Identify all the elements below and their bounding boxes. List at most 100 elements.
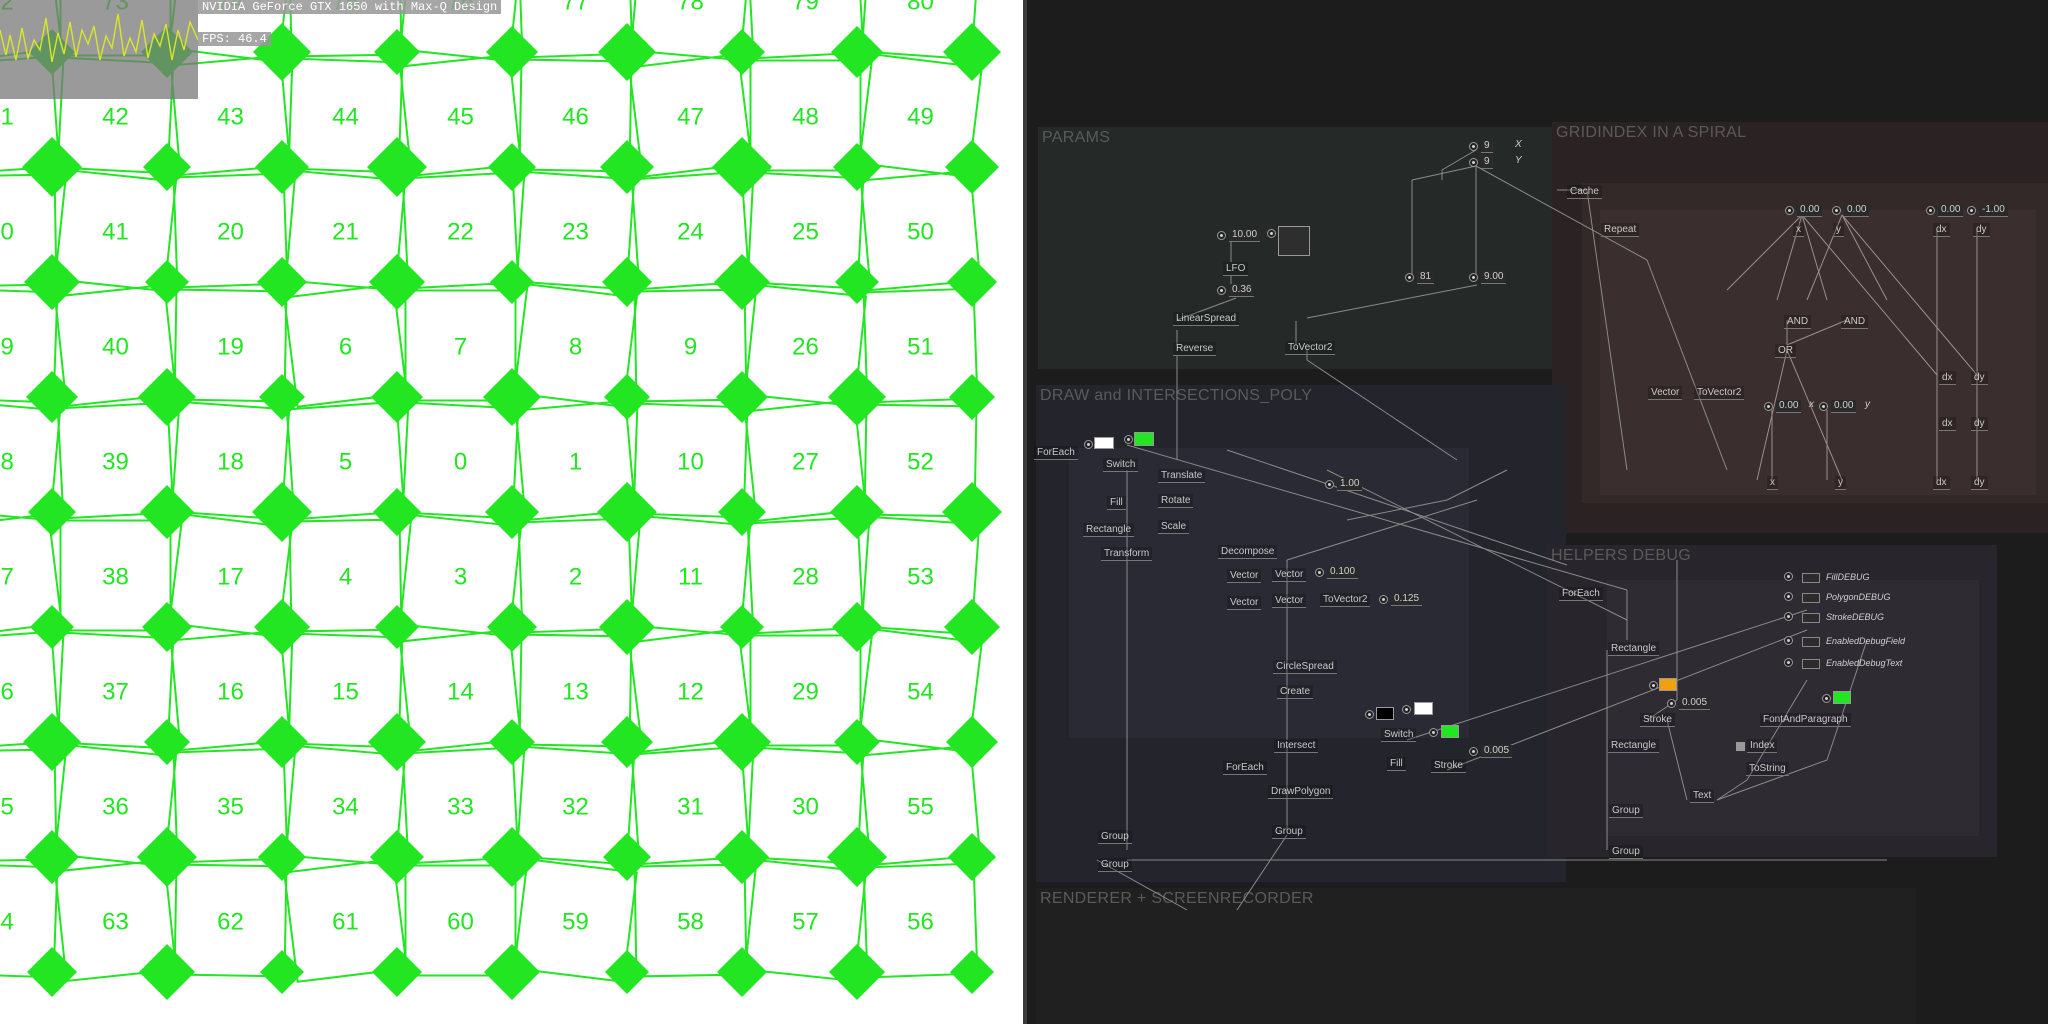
y-value-box[interactable]: 9: [1481, 156, 1493, 169]
draw-stroke-node[interactable]: Stroke: [1431, 759, 1466, 773]
debug-toggle-pin[interactable]: [1784, 592, 1793, 601]
pin-grid-v3[interactable]: [1926, 206, 1935, 215]
draw-switch-node[interactable]: Switch: [1103, 458, 1139, 472]
pin-grid-v2[interactable]: [1832, 206, 1841, 215]
debug-toggle-pin[interactable]: [1784, 636, 1793, 645]
pin-size[interactable]: [1469, 273, 1478, 282]
pin-switch2-a[interactable]: [1365, 710, 1374, 719]
pin-lfo-period[interactable]: [1217, 231, 1226, 240]
helpers-rectangle2-node[interactable]: Rectangle: [1608, 739, 1660, 753]
lfo-out-box[interactable]: 0.36: [1229, 284, 1255, 297]
pin-grid-py[interactable]: [1819, 402, 1828, 411]
debug-toggle-pin[interactable]: [1784, 612, 1793, 621]
green-color-swatch-3[interactable]: [1833, 691, 1851, 704]
draw-0100-box[interactable]: 0.100: [1327, 566, 1359, 579]
white-color-swatch-2[interactable]: [1414, 702, 1433, 715]
grid-y-node[interactable]: y: [1833, 223, 1844, 237]
region-renderer[interactable]: RENDERER + SCREENRECORDER: [1036, 888, 1916, 1024]
helpers-font-node[interactable]: FontAndParagraph: [1760, 713, 1851, 727]
pin-helpers-color[interactable]: [1649, 681, 1658, 690]
linear-spread-node[interactable]: LinearSpread: [1173, 312, 1240, 326]
draw-scale-node[interactable]: Scale: [1158, 520, 1190, 534]
pin-switch2-b[interactable]: [1402, 705, 1411, 714]
grid-dx-node[interactable]: dx: [1933, 223, 1950, 237]
params-tovector-node[interactable]: ToVector2: [1285, 341, 1336, 355]
grid-px-box[interactable]: 0.00: [1776, 400, 1802, 413]
grid-dy3-node[interactable]: dy: [1971, 417, 1988, 431]
draw-translate-node[interactable]: Translate: [1158, 469, 1206, 483]
debug-toggle-pin[interactable]: [1784, 572, 1793, 581]
draw-foreach-node[interactable]: ForEach: [1034, 446, 1078, 460]
helpers-rectangle-node[interactable]: Rectangle: [1608, 642, 1660, 656]
index-checkbox[interactable]: [1736, 742, 1745, 751]
pin-grid-v1[interactable]: [1785, 206, 1794, 215]
draw-vector-node-1[interactable]: Vector: [1227, 569, 1262, 583]
patch-editor[interactable]: PARAMS GRIDINDEX IN A SPIRAL DRAW and IN…: [1027, 0, 2048, 1024]
draw-intersect-node[interactable]: Intersect: [1274, 739, 1319, 753]
draw-100-box[interactable]: 1.00: [1337, 478, 1363, 491]
draw-rotate-node[interactable]: Rotate: [1158, 494, 1194, 508]
grid-dx3-node[interactable]: dx: [1939, 417, 1956, 431]
grid-tovector-node[interactable]: ToVector2: [1694, 386, 1745, 400]
debug-toggle-pin[interactable]: [1784, 658, 1793, 667]
grid-v1-box[interactable]: 0.00: [1797, 204, 1823, 217]
grid-y-out-node[interactable]: y: [1835, 476, 1846, 490]
draw-polygon-node[interactable]: DrawPolygon: [1268, 785, 1334, 799]
pin-count[interactable]: [1405, 273, 1414, 282]
draw-0125-box[interactable]: 0.125: [1391, 593, 1423, 606]
pin-lfo-toggle[interactable]: [1267, 229, 1276, 238]
pin-stroke-color[interactable]: [1429, 728, 1438, 737]
helpers-stroke-node[interactable]: Stroke: [1640, 713, 1675, 727]
size-box[interactable]: 9.00: [1481, 271, 1507, 284]
black-color-swatch[interactable]: [1376, 707, 1394, 720]
pin-lfo-out[interactable]: [1217, 286, 1226, 295]
grid-v4-box[interactable]: -1.00: [1979, 204, 2008, 217]
grid-v3-box[interactable]: 0.00: [1938, 204, 1964, 217]
helpers-foreach-node[interactable]: ForEach: [1559, 587, 1603, 601]
draw-switch2-node[interactable]: Switch: [1381, 728, 1417, 742]
cache-node[interactable]: Cache: [1567, 185, 1602, 199]
x-value-box[interactable]: 9: [1481, 140, 1493, 153]
grid-dy2-node[interactable]: dy: [1971, 371, 1988, 385]
debug-toggle-box[interactable]: [1802, 637, 1820, 647]
green-color-swatch[interactable]: [1134, 432, 1154, 446]
pin-grid-v4[interactable]: [1967, 206, 1976, 215]
pin-font-color[interactable]: [1822, 694, 1831, 703]
helpers-group-node[interactable]: Group: [1609, 804, 1643, 818]
draw-transform-node[interactable]: Transform: [1101, 547, 1153, 561]
helpers-stroke-box[interactable]: 0.005: [1679, 697, 1711, 710]
draw-fill2-node[interactable]: Fill: [1387, 757, 1406, 771]
pin-grid-px[interactable]: [1764, 402, 1773, 411]
grid-py-box[interactable]: 0.00: [1831, 400, 1857, 413]
pin-switch-b[interactable]: [1124, 435, 1133, 444]
helpers-group2-node[interactable]: Group: [1609, 845, 1643, 859]
grid-vector-node[interactable]: Vector: [1648, 386, 1683, 400]
pin-draw-0125[interactable]: [1379, 595, 1388, 604]
pin-draw-0005[interactable]: [1469, 747, 1478, 756]
grid-dy-out-node[interactable]: dy: [1971, 476, 1988, 490]
draw-tovector-node[interactable]: ToVector2: [1320, 593, 1371, 607]
repeat-node[interactable]: Repeat: [1601, 223, 1640, 237]
grid-dx-out-node[interactable]: dx: [1933, 476, 1950, 490]
draw-decompose-node[interactable]: Decompose: [1218, 545, 1278, 559]
grid-dx2-node[interactable]: dx: [1939, 371, 1956, 385]
green-color-swatch-2[interactable]: [1441, 725, 1459, 738]
count-box[interactable]: 81: [1417, 271, 1435, 284]
bottom-group-node-2[interactable]: Group: [1098, 858, 1132, 872]
pin-draw-100[interactable]: [1325, 480, 1334, 489]
helpers-text-node[interactable]: Text: [1690, 789, 1715, 803]
reverse-node[interactable]: Reverse: [1173, 342, 1217, 356]
draw-rectangle-node[interactable]: Rectangle: [1083, 523, 1135, 537]
draw-vector-node-3[interactable]: Vector: [1272, 568, 1307, 582]
helpers-tostring-node[interactable]: ToString: [1746, 762, 1789, 776]
lfo-bang-button[interactable]: [1278, 226, 1310, 256]
orange-color-swatch[interactable]: [1659, 678, 1677, 691]
and-node-1[interactable]: AND: [1784, 315, 1812, 329]
draw-circlespread-node[interactable]: CircleSpread: [1273, 660, 1337, 674]
debug-toggle-box[interactable]: [1802, 659, 1820, 669]
pin-y[interactable]: [1469, 158, 1478, 167]
bottom-group-node-1[interactable]: Group: [1098, 830, 1132, 844]
lfo-node[interactable]: LFO: [1223, 262, 1249, 276]
draw-foreach2-node[interactable]: ForEach: [1223, 761, 1267, 775]
and-node-2[interactable]: AND: [1841, 315, 1869, 329]
